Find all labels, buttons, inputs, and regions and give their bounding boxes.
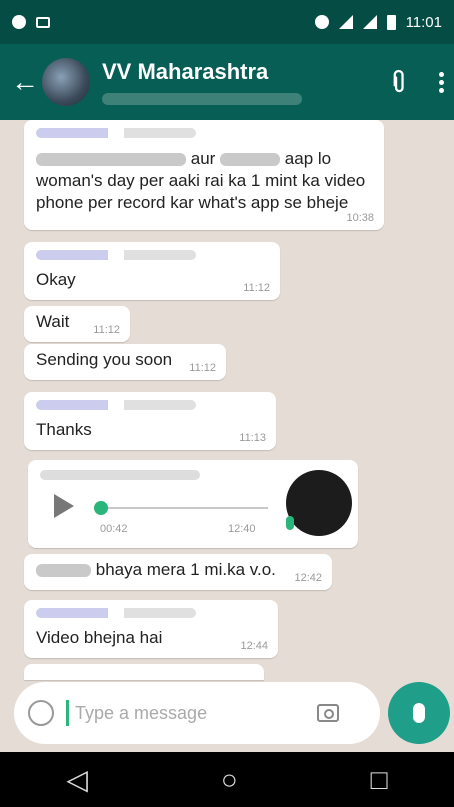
message-text: Sending you soon: [36, 350, 173, 369]
message-bubble[interactable]: Sending you soon 11:12: [24, 344, 226, 380]
message-time: 10:38: [346, 212, 374, 224]
mic-icon: [413, 703, 425, 723]
status-bar: 11:01: [0, 0, 454, 44]
message-bubble[interactable]: Okay 11:12: [24, 242, 280, 300]
message-time: 11:12: [93, 324, 120, 336]
message-text-3: phone per record kar what's app se bheje: [36, 193, 349, 212]
play-icon[interactable]: [54, 494, 74, 518]
message-bubble[interactable]: Video bhejna hai 12:44: [24, 600, 278, 658]
system-nav-bar: ◁ ○ □: [0, 752, 454, 807]
app-bar: ← VV Maharashtra: [0, 44, 454, 120]
message-bubble[interactable]: aur aap lo woman's day per aaki rai ka 1…: [24, 120, 384, 230]
chat-title-block[interactable]: VV Maharashtra: [102, 59, 302, 105]
chat-area[interactable]: aur aap lo woman's day per aaki rai ka 1…: [0, 120, 454, 680]
redacted-text: [36, 153, 186, 167]
emoji-icon[interactable]: [28, 700, 54, 726]
back-button[interactable]: ←: [10, 66, 40, 98]
message-text: Thanks: [36, 420, 92, 439]
message-text-1b: aap lo: [284, 149, 332, 168]
message-input[interactable]: [73, 701, 317, 725]
group-avatar[interactable]: [42, 58, 90, 106]
message-time: 12:40: [228, 523, 256, 535]
message-text: Okay: [36, 270, 76, 289]
message-time: 12:42: [294, 572, 322, 584]
redacted-text: [36, 564, 91, 578]
attach-icon[interactable]: [382, 66, 413, 97]
message-text: Wait: [36, 312, 70, 331]
more-options-icon[interactable]: [439, 71, 444, 93]
sender-name-redacted: [36, 400, 196, 410]
notification-icon: [12, 15, 26, 29]
sender-name-redacted: [36, 128, 196, 138]
image-notification-icon: [36, 16, 50, 28]
message-text-2: woman's day per aaki rai ka 1 mint ka vi…: [36, 171, 366, 190]
wifi-icon: [338, 15, 353, 29]
message-composer: [14, 682, 380, 744]
message-text: Video bhejna hai: [36, 628, 163, 647]
message-time: 11:13: [239, 432, 266, 444]
battery-icon: [386, 14, 396, 30]
sender-name-redacted: [36, 250, 196, 260]
chat-title: VV Maharashtra: [102, 59, 269, 84]
camera-icon[interactable]: [317, 704, 339, 722]
sender-name-redacted: [40, 470, 200, 480]
do-not-disturb-icon: [314, 15, 329, 29]
nav-back-icon[interactable]: ◁: [66, 765, 88, 794]
status-time: 11:01: [405, 13, 442, 31]
voice-duration: 00:42: [100, 523, 128, 535]
sender-avatar: [286, 470, 352, 536]
message-text-1a: aur: [190, 149, 216, 168]
message-bubble-partial: [24, 664, 264, 680]
voice-message[interactable]: 00:42 12:40: [28, 460, 358, 548]
signal-icon: [362, 15, 377, 29]
text-cursor: [66, 700, 69, 726]
message-bubble[interactable]: Wait 11:12: [24, 306, 130, 342]
redacted-text: [220, 153, 281, 167]
voice-record-button[interactable]: [388, 682, 450, 744]
message-bubble[interactable]: bhaya mera 1 mi.ka v.o. 12:42: [24, 554, 332, 590]
audio-progress-knob[interactable]: [94, 501, 108, 515]
nav-home-icon[interactable]: ○: [221, 765, 238, 794]
message-text: bhaya mera 1 mi.ka v.o.: [95, 560, 276, 579]
message-time: 11:12: [243, 282, 270, 294]
message-time: 12:44: [240, 640, 268, 652]
audio-progress-track[interactable]: [98, 507, 268, 509]
message-bubble[interactable]: Thanks 11:13: [24, 392, 276, 450]
sender-name-redacted: [36, 608, 196, 618]
nav-recents-icon[interactable]: □: [371, 765, 388, 794]
mic-icon: [286, 516, 294, 530]
chat-subtitle-redacted: [102, 93, 302, 105]
message-time: 11:12: [189, 362, 216, 374]
